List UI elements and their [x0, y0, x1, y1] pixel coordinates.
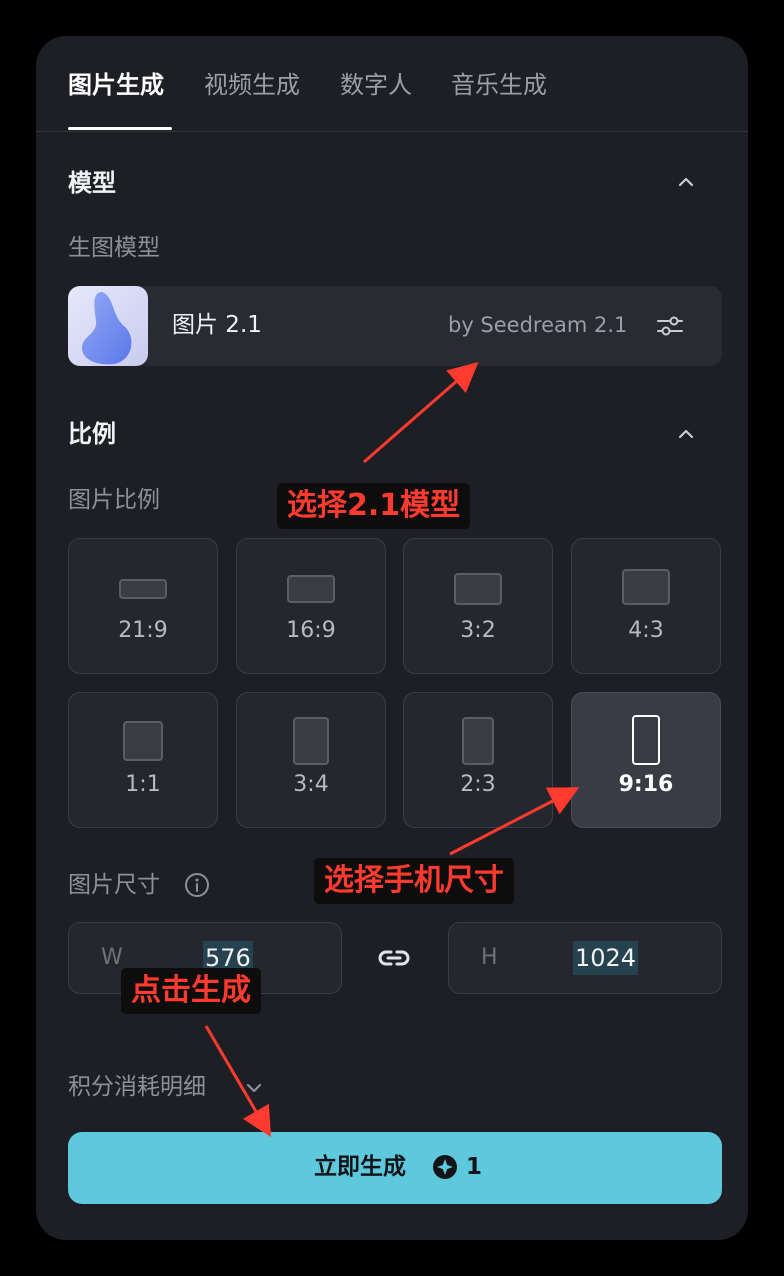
ratio-label: 3:4 — [293, 772, 329, 797]
ratio-label: 9:16 — [618, 772, 674, 797]
ratio-option-4-3[interactable]: 4:3 — [571, 538, 721, 674]
info-icon[interactable] — [184, 872, 210, 898]
active-tab-indicator — [68, 127, 172, 130]
model-provider: by Seedream 2.1 — [448, 313, 628, 337]
ratio-label: 16:9 — [286, 618, 336, 643]
phone-ratio-shape-icon — [632, 715, 660, 765]
height-input[interactable]: H 1024 — [448, 922, 722, 994]
ratio-label: 21:9 — [118, 618, 168, 643]
collapse-model-chevron-up-icon[interactable] — [674, 170, 698, 194]
annotation-click-generate: 点击生成 — [121, 968, 261, 1014]
ratio-shape-icon — [119, 579, 167, 599]
generation-panel: 图片生成 视频生成 数字人 音乐生成 模型 生图模型 图片 2.1 by See… — [36, 36, 748, 1240]
ratio-subtitle: 图片比例 — [68, 487, 160, 513]
collapse-ratio-chevron-up-icon[interactable] — [674, 422, 698, 446]
ratio-label: 4:3 — [628, 618, 664, 643]
tab-music-generation[interactable]: 音乐生成 — [451, 70, 547, 100]
ratio-option-3-2[interactable]: 3:2 — [403, 538, 553, 674]
tab-digital-human[interactable]: 数字人 — [340, 70, 412, 100]
credit-icon — [433, 1155, 457, 1179]
ratio-option-16-9[interactable]: 16:9 — [236, 538, 386, 674]
generate-button-label: 立即生成 — [314, 1154, 406, 1180]
tab-bar: 图片生成 视频生成 数字人 音乐生成 — [36, 36, 748, 132]
tab-image-generation[interactable]: 图片生成 — [68, 70, 164, 100]
ratio-shape-icon — [287, 575, 335, 603]
model-thumbnail — [68, 286, 148, 366]
ratio-shape-icon — [462, 717, 494, 765]
tab-video-generation[interactable]: 视频生成 — [204, 70, 300, 100]
ratio-option-9-16[interactable]: 9:16 — [571, 692, 721, 828]
chevron-down-icon[interactable] — [242, 1076, 266, 1100]
sliders-settings-icon[interactable] — [654, 310, 686, 342]
cost-detail-toggle[interactable]: 积分消耗明细 — [68, 1072, 206, 1102]
ratio-option-2-3[interactable]: 2:3 — [403, 692, 553, 828]
ratio-section-title: 比例 — [68, 420, 116, 448]
generate-cost: 1 — [466, 1154, 483, 1180]
ratio-shape-icon — [123, 721, 163, 761]
ratio-label: 2:3 — [460, 772, 496, 797]
model-name: 图片 2.1 — [172, 312, 262, 338]
ratio-option-21-9[interactable]: 21:9 — [68, 538, 218, 674]
height-letter: H — [481, 945, 498, 970]
height-value[interactable]: 1024 — [573, 941, 639, 975]
annotation-select-model: 选择2.1模型 — [277, 483, 471, 529]
ratio-shape-icon — [293, 717, 329, 765]
ratio-option-3-4[interactable]: 3:4 — [236, 692, 386, 828]
model-section-title: 模型 — [68, 169, 116, 197]
ratio-label: 1:1 — [125, 772, 161, 797]
link-aspect-lock-icon[interactable] — [376, 944, 412, 972]
image-size-label: 图片尺寸 — [68, 872, 160, 898]
ratio-label: 3:2 — [460, 618, 496, 643]
annotation-select-size: 选择手机尺寸 — [314, 858, 514, 904]
ratio-option-1-1[interactable]: 1:1 — [68, 692, 218, 828]
width-letter: W — [101, 945, 123, 970]
ratio-shape-icon — [454, 573, 502, 605]
generate-button[interactable]: 立即生成 1 — [68, 1132, 722, 1204]
model-subtitle: 生图模型 — [68, 235, 160, 261]
ratio-shape-icon — [622, 569, 670, 605]
model-selector-card[interactable]: 图片 2.1 by Seedream 2.1 — [68, 286, 722, 366]
